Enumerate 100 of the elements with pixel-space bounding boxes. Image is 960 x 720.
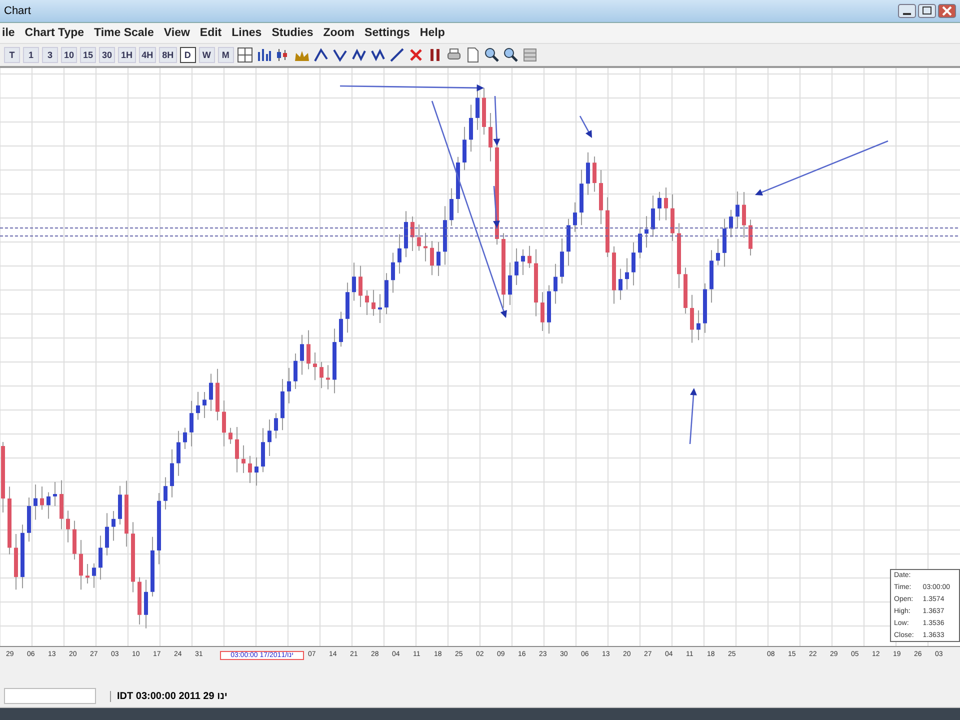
candlestick [404, 210, 408, 258]
candlestick [1, 442, 5, 513]
candlestick [430, 240, 434, 276]
candlestick [287, 367, 291, 404]
candlestick [150, 536, 154, 597]
candlestick [703, 282, 707, 334]
candlestick [222, 400, 226, 447]
menu-item[interactable]: View [164, 27, 190, 39]
annotation-arrow [579, 116, 592, 138]
grid-icon[interactable] [236, 47, 253, 63]
candlestick [462, 126, 466, 171]
candlestick [696, 310, 700, 341]
period-button[interactable]: 1 [23, 47, 39, 63]
menu-item[interactable]: ile [2, 27, 15, 39]
candlestick [664, 187, 668, 221]
candlestick [417, 224, 421, 252]
candlestick [651, 195, 655, 238]
candlestick [170, 448, 174, 498]
candlestick [450, 188, 454, 226]
period-button[interactable]: 3 [42, 47, 58, 63]
candlestick [46, 492, 50, 520]
candlestick [346, 282, 350, 334]
candlestick [482, 87, 486, 136]
candlestick [684, 267, 688, 314]
candlestick [274, 412, 278, 439]
line-tool-icon[interactable] [388, 47, 405, 63]
page-icon[interactable] [464, 47, 481, 63]
period-button[interactable]: 1H [118, 47, 136, 63]
candlestick [638, 226, 642, 259]
candlestick [202, 392, 206, 418]
period-button[interactable]: D [180, 47, 196, 63]
candlestick [748, 219, 752, 256]
candlestick [60, 480, 64, 530]
minimize-icon[interactable] [898, 4, 916, 18]
line-tool-icon[interactable] [312, 47, 329, 63]
candlestick [112, 510, 116, 542]
candlestick [118, 485, 122, 526]
menu-item[interactable]: Chart Type [24, 27, 84, 39]
candlestick [378, 294, 382, 324]
line-tool-icon[interactable] [350, 47, 367, 63]
candlestick [508, 262, 512, 306]
candlestick [586, 152, 590, 196]
candlestick [8, 486, 12, 555]
period-button[interactable]: 15 [80, 47, 96, 63]
candlestick [566, 218, 570, 266]
period-button[interactable]: T [4, 47, 20, 63]
candlestick [248, 455, 252, 484]
candlestick [488, 112, 492, 162]
candlestick [736, 191, 740, 228]
candlestick [131, 522, 135, 593]
candlestick [398, 234, 402, 274]
candlestick [528, 245, 532, 268]
line-tool-icon[interactable] [332, 47, 348, 63]
menu-item[interactable]: Help [420, 27, 445, 39]
candlestick [105, 512, 109, 556]
period-button[interactable]: 30 [99, 47, 116, 63]
maximize-icon[interactable] [918, 4, 936, 18]
candlestick [443, 206, 447, 266]
close-icon[interactable] [938, 4, 956, 18]
delete-icon[interactable] [408, 47, 424, 63]
bar-chart-icon[interactable] [256, 47, 272, 63]
candlestick [86, 564, 90, 584]
period-button[interactable]: M [218, 47, 234, 63]
candlestick [670, 194, 674, 242]
menu-item[interactable]: Studies [272, 27, 314, 39]
candlestick [540, 292, 544, 332]
period-button[interactable]: W [198, 47, 215, 63]
zoom-in-icon[interactable] [484, 47, 500, 63]
input-field[interactable] [4, 688, 96, 704]
candlestick [98, 535, 102, 580]
menu-item[interactable]: Time Scale [94, 27, 154, 39]
candlestick [742, 191, 746, 238]
candlestick [27, 497, 31, 542]
candlestick [92, 562, 96, 588]
candlestick [352, 262, 356, 302]
line-tool-icon[interactable] [370, 47, 386, 63]
candlestick [612, 246, 616, 304]
zoom-out-icon[interactable] [502, 47, 519, 63]
candlestick [365, 290, 369, 316]
candlestick [476, 90, 480, 130]
candlestick [521, 248, 525, 276]
period-button[interactable]: 8H [159, 47, 177, 63]
candlestick [300, 334, 304, 376]
candlestick [677, 222, 681, 289]
candlestick [216, 368, 220, 421]
candlestick [658, 191, 662, 221]
candlestick [326, 364, 330, 390]
candlestick [554, 263, 558, 304]
candlestick [268, 419, 272, 457]
candlestick [469, 104, 473, 152]
period-button[interactable]: 4H [138, 47, 156, 63]
window-title: Chart [4, 5, 32, 17]
menu-item[interactable]: Settings [364, 27, 410, 39]
menu-item[interactable]: Lines [232, 27, 262, 39]
menu-item[interactable]: Edit [200, 27, 222, 39]
candlestick [514, 248, 518, 286]
menu-item[interactable]: Zoom [323, 27, 355, 39]
candlestick [209, 373, 213, 412]
candlestick [14, 534, 18, 590]
period-button[interactable]: 10 [61, 47, 78, 63]
